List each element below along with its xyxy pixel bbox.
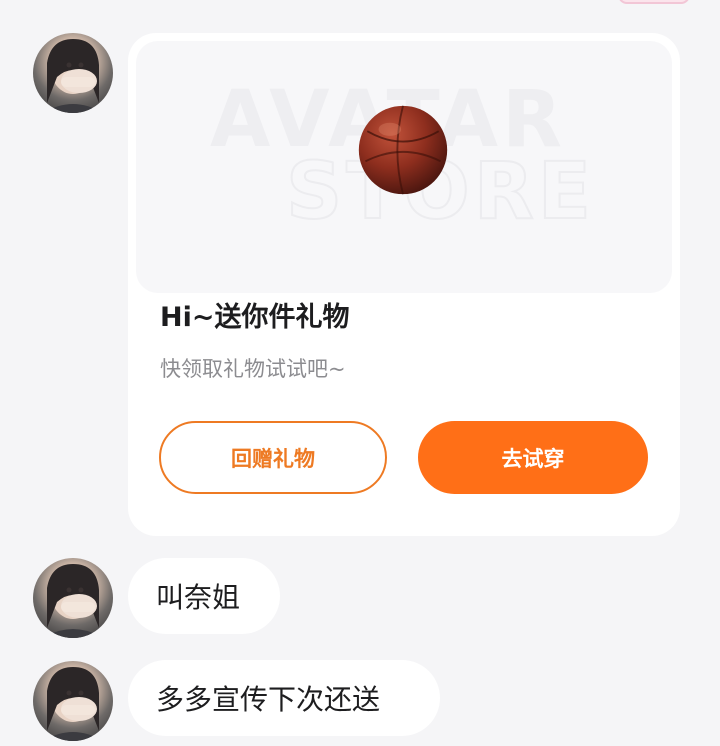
chat-message-text: 叫奈姐 [156,581,241,614]
gift-banner: AVATAR STORE [136,41,672,293]
try-on-button[interactable]: 去试穿 [418,421,648,494]
avatar-portrait-icon [43,667,103,741]
avatar-portrait-icon [43,39,103,113]
gift-card-subtitle: 快领取礼物试试吧~ [160,357,346,381]
gift-card-message[interactable]: AVATAR STORE Hi~送你件礼物 快领取礼物试试吧~ 回赠礼物 去试穿 [128,33,680,536]
gift-card-title: Hi~送你件礼物 [160,302,350,333]
basketball-icon [358,105,448,195]
avatar-portrait-icon [43,564,103,638]
chat-message-bubble[interactable]: 多多宣传下次还送 [128,660,440,736]
sender-avatar[interactable] [33,661,113,741]
sender-avatar[interactable] [33,558,113,638]
sender-avatar[interactable] [33,33,113,113]
return-gift-button[interactable]: 回赠礼物 [159,421,387,494]
chat-message-text: 多多宣传下次还送 [156,683,381,716]
chat-message-bubble[interactable]: 叫奈姐 [128,558,280,634]
previous-message-bubble[interactable] [618,0,690,4]
